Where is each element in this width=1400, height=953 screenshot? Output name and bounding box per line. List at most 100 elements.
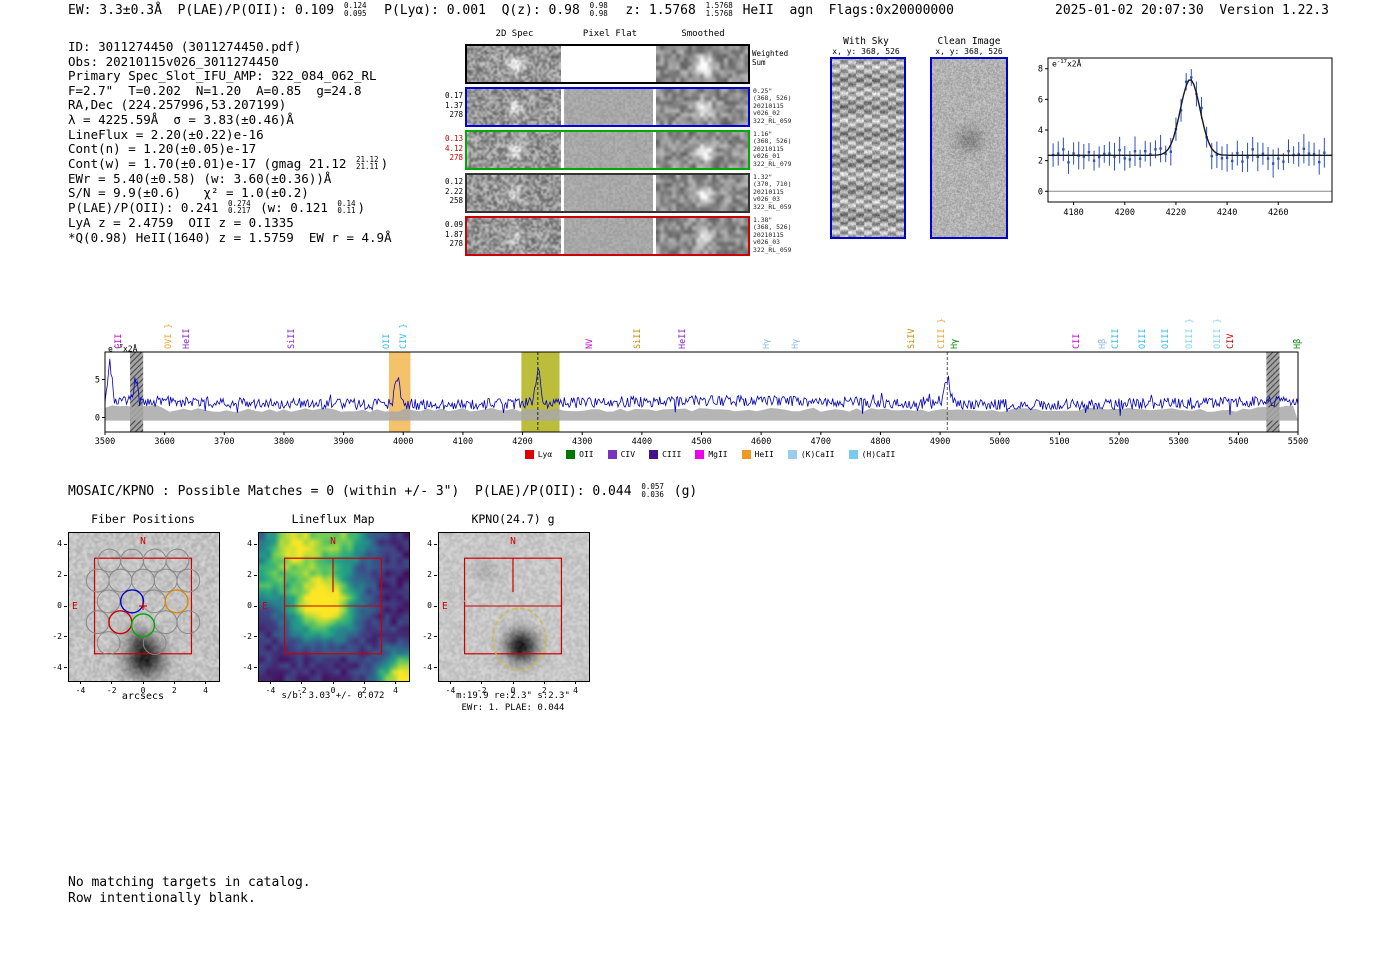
svg-text:3800: 3800 <box>274 437 294 447</box>
emission-line-label-SiII: SiII <box>286 328 297 349</box>
legend-swatch <box>607 450 617 459</box>
x-tick <box>111 681 113 684</box>
x-tick <box>332 681 334 684</box>
cutout-smoothed-image <box>656 46 748 82</box>
svg-text:N: N <box>510 536 516 547</box>
emission-line-label-SiII: SiII <box>632 328 643 349</box>
x-tick <box>363 681 365 684</box>
spectrum-legend: Lyα OII CIV CIII MgII HeII (K)CaII (H)CaII <box>430 450 990 459</box>
y-tick <box>434 605 437 607</box>
clean-image-coords: x, y: 368, 526 <box>935 47 1003 56</box>
emission-line-label-H: Hγ <box>762 338 773 349</box>
cutout-right-meta-3: 1.32" (370, 710) 20210115 v026_03 322_RL_059 <box>753 173 792 211</box>
emission-line-label-HeII: HeII <box>677 328 688 349</box>
info-line-11: P(LAE)/P(OII): 0.241 0.274 0.217 (w: 0.12… <box>68 198 366 216</box>
y-tick <box>254 605 257 607</box>
legend-swatch <box>787 450 797 459</box>
cutout-2dspec-image <box>467 175 561 211</box>
svg-text:4220: 4220 <box>1166 208 1186 218</box>
svg-text:4260: 4260 <box>1268 208 1288 218</box>
legend-swatch <box>524 450 534 459</box>
y-tick-label: 0 <box>427 601 432 610</box>
y-tick <box>434 574 437 576</box>
y-tick <box>64 667 67 669</box>
cutout-smoothed-image <box>656 175 748 211</box>
x-tick <box>395 681 396 684</box>
x-tick-label: -2 <box>106 686 117 695</box>
elixer-report-page: 2025-01-02 20:07:30 Version 1.22.3 ID: 3… <box>0 0 1400 953</box>
y-tick <box>434 543 437 545</box>
y-tick <box>64 605 67 607</box>
x-tick-label: -4 <box>445 686 456 695</box>
info-line-0: ID: 3011274450 (3011274450.pdf) <box>68 39 302 54</box>
svg-text:4200: 4200 <box>512 437 532 447</box>
legend-swatch <box>649 450 659 459</box>
cutout-row-4 <box>465 216 750 256</box>
legend-swatch <box>695 450 705 459</box>
svg-text:E: E <box>262 601 268 612</box>
emission-line-label-NV: NV <box>585 338 596 349</box>
x-tick <box>173 681 175 684</box>
y-tick-label: -4 <box>52 662 62 672</box>
x-tick <box>205 681 206 684</box>
y-tick <box>254 636 257 638</box>
x-tick <box>80 681 81 684</box>
cutout-pixelflat-image <box>564 89 653 125</box>
fiber-positions-title: Fiber Positions <box>91 512 195 526</box>
stacked-uncertainty: 0.98 0.98 <box>589 1 608 18</box>
x-tick-label: -2 <box>296 686 307 695</box>
svg-text:4800: 4800 <box>870 437 890 447</box>
cutout-pixelflat-image <box>564 218 653 254</box>
y-tick-label: -2 <box>422 631 432 641</box>
cutout-2dspec-image <box>467 89 561 125</box>
fiber_positions-overlay: NE <box>68 532 218 680</box>
y-tick-label: -4 <box>422 662 432 672</box>
info-line-7: Cont(n) = 1.20(±0.05)e-17 <box>68 141 257 157</box>
legend-item-KCaII: (K)CaII <box>787 450 835 459</box>
x-tick <box>450 681 451 684</box>
svg-text:8: 8 <box>1038 65 1043 75</box>
cutout-right-meta-2: 1.16" (368, 526) 20210115 v026_01 322_RL_079 <box>753 130 792 168</box>
cutout-row-2 <box>465 130 750 170</box>
cutout-pixelflat-image <box>564 132 653 168</box>
svg-text:6: 6 <box>1038 95 1043 105</box>
legend-swatch <box>848 450 858 459</box>
with-sky-image <box>830 57 906 239</box>
x-tick <box>481 681 483 684</box>
y-tick <box>64 574 67 576</box>
clean-image-title: Clean Image <box>937 36 1001 47</box>
emission-line-label-H: Hβ <box>1292 338 1303 349</box>
y-tick <box>64 636 67 638</box>
svg-text:4900: 4900 <box>930 437 950 447</box>
x-tick-label: 2 <box>541 686 547 695</box>
y-tick-label: 4 <box>247 539 252 549</box>
x-tick <box>575 681 576 684</box>
info-line-1: Obs: 20210115v026_3011274450 <box>68 53 279 69</box>
legend-item-Ly: Lyα <box>524 450 552 459</box>
y-tick <box>434 636 437 638</box>
cutout-left-stats-4: 0.09 1.87 278 <box>444 220 463 248</box>
info-line-5: λ = 4225.59Å σ = 3.83(±0.46)Å <box>68 111 294 127</box>
legend-swatch <box>566 450 576 459</box>
svg-text:5200: 5200 <box>1109 437 1129 447</box>
stacked-uncertainty: 0.274 0.217 <box>228 198 251 216</box>
emission-line-label-OIII: OIII <box>1138 328 1149 349</box>
svg-text:4300: 4300 <box>572 437 592 447</box>
weighted-sum-label: Weighted Sum <box>752 49 789 67</box>
footer-line-1: No matching targets in catalog. <box>68 875 311 890</box>
emission-line-label-OIII: OIII } <box>1212 318 1223 349</box>
detection-info-block: ID: 3011274450 (3011274450.pdf) Obs: 2021… <box>68 39 392 245</box>
y-tick-label: 0 <box>57 601 62 610</box>
emission-line-label-CIV: CIV } <box>399 323 410 349</box>
svg-text:3900: 3900 <box>333 437 353 447</box>
stacked-uncertainty: 21.12 21.11 <box>355 154 379 172</box>
x-tick <box>543 681 545 684</box>
cutout-2dspec-image <box>467 46 561 82</box>
info-line-2: Primary Spec_Slot_IFU_AMP: 322_084_062_R… <box>68 68 377 84</box>
svg-text:4400: 4400 <box>632 437 652 447</box>
stacked-uncertainty: 1.5768 1.5768 <box>705 1 733 18</box>
zoom-ylabel: e-17x2Å <box>1052 59 1082 69</box>
stacked-uncertainty: 0.14 0.11 <box>337 198 356 216</box>
cutout-left-stats-1: 0.17 1.37 278 <box>444 91 463 119</box>
emission-line-label-H: Hγ <box>790 338 801 349</box>
